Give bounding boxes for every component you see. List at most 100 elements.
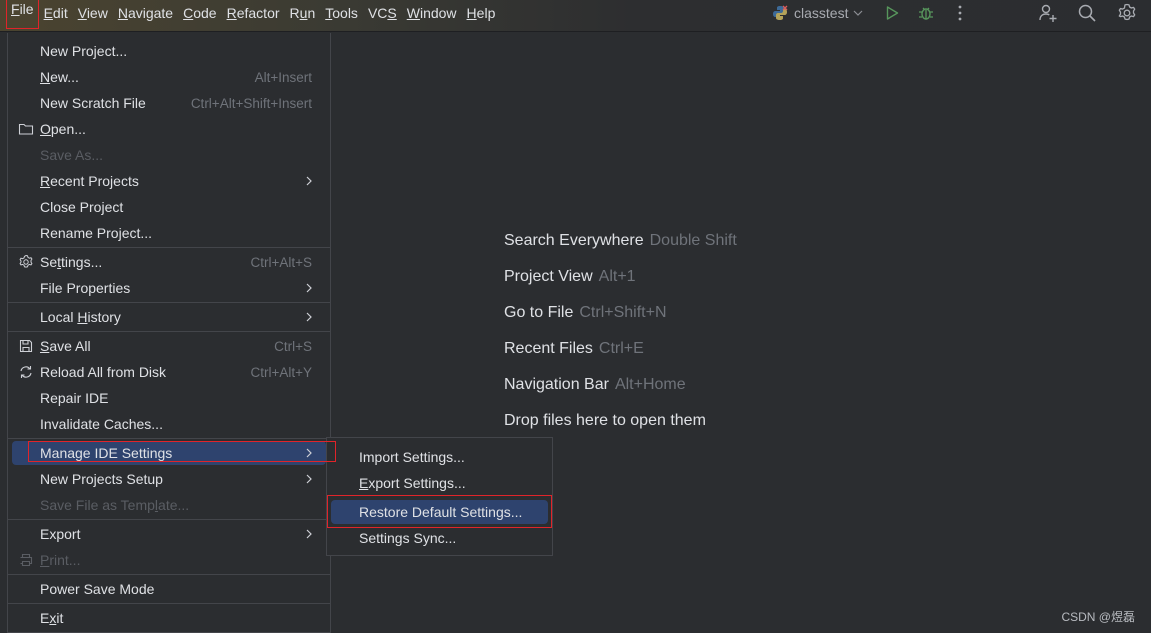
menu-item-local-history[interactable]: Local History <box>12 305 326 329</box>
add-user-icon <box>1039 4 1057 22</box>
item-shortcut: Ctrl+Alt+Y <box>250 364 312 380</box>
chevron-right-icon <box>306 474 312 484</box>
menu-item-settings-sync[interactable]: Settings Sync... <box>331 526 548 550</box>
item-label: Reload All from Disk <box>40 364 167 380</box>
hint-label: Recent Files <box>504 340 593 357</box>
item-label: Save File as Template... <box>40 497 190 513</box>
hint-navigation-bar: Navigation Bar Alt+Home <box>504 376 686 394</box>
run-icon <box>886 6 899 20</box>
menu-vcs[interactable]: VCS <box>363 1 402 25</box>
menu-item-save-all[interactable]: Save All Ctrl+S <box>12 334 326 358</box>
menu-item-repair-ide[interactable]: Repair IDE <box>12 386 326 410</box>
debug-button[interactable] <box>914 2 938 24</box>
item-label: Save All <box>40 338 91 354</box>
chevron-right-icon <box>306 448 312 458</box>
item-label: Manage IDE Settings <box>40 445 173 461</box>
menu-separator <box>8 603 330 604</box>
item-label: Local History <box>40 309 121 325</box>
item-label: New Project... <box>40 43 128 59</box>
chevron-right-icon <box>306 529 312 539</box>
menu-item-print: Print... <box>12 548 326 572</box>
menu-refactor[interactable]: Refactor <box>222 1 285 25</box>
title-bar: File Edit View Navigate Code Refactor Ru… <box>0 0 1151 32</box>
main-menu-bar: File Edit View Navigate Code Refactor Ru… <box>6 0 501 29</box>
item-label: Export <box>40 526 81 542</box>
item-label: New... <box>40 69 79 85</box>
item-label: Rename Project... <box>40 225 153 241</box>
item-shortcut: Ctrl+Alt+S <box>250 254 312 270</box>
menu-item-import-settings[interactable]: Import Settings... <box>331 445 548 469</box>
chevron-down-icon <box>854 10 863 16</box>
menu-separator <box>8 247 330 248</box>
menu-item-export[interactable]: Export <box>12 522 326 546</box>
item-label: Close Project <box>40 199 124 215</box>
menu-code[interactable]: Code <box>178 1 221 25</box>
menu-item-exit[interactable]: Exit <box>12 606 326 630</box>
menu-item-export-settings[interactable]: Export Settings... <box>331 471 548 495</box>
menu-item-reload-all[interactable]: Reload All from Disk Ctrl+Alt+Y <box>12 360 326 384</box>
menu-item-save-as: Save As... <box>12 143 326 167</box>
menu-run[interactable]: Run <box>285 1 321 25</box>
menu-tools[interactable]: Tools <box>320 1 363 25</box>
hint-recent-files: Recent Files Ctrl+E <box>504 340 644 358</box>
folder-icon <box>18 123 34 135</box>
item-label: File Properties <box>40 280 131 296</box>
menu-edit[interactable]: Edit <box>39 1 73 25</box>
menu-item-recent-projects[interactable]: Recent Projects <box>12 169 326 193</box>
menu-item-new-project[interactable]: New Project... <box>12 39 326 63</box>
item-label: Exit <box>40 610 64 626</box>
file-menu: New Project... New... Alt+Insert New Scra… <box>7 33 331 633</box>
menu-item-save-file-as-template: Save File as Template... <box>12 493 326 517</box>
gear-icon <box>1118 3 1136 21</box>
menu-separator <box>8 574 330 575</box>
item-label: Export Settings... <box>359 475 466 491</box>
menu-item-new[interactable]: New... Alt+Insert <box>12 65 326 89</box>
hint-drop-files: Drop files here to open them <box>504 412 706 430</box>
save-icon <box>19 339 33 353</box>
menu-separator <box>8 519 330 520</box>
menu-item-invalidate-caches[interactable]: Invalidate Caches... <box>12 412 326 436</box>
item-label: Save As... <box>40 147 104 163</box>
hint-shortcut: Ctrl+Shift+N <box>579 304 667 321</box>
item-shortcut: Ctrl+S <box>274 338 312 354</box>
menu-item-file-properties[interactable]: File Properties <box>12 276 326 300</box>
watermark: CSDN @煜磊 <box>1061 610 1135 624</box>
menu-item-close-project[interactable]: Close Project <box>12 195 326 219</box>
item-label: Open... <box>40 121 86 137</box>
item-label: Restore Default Settings... <box>359 504 523 520</box>
menu-help[interactable]: Help <box>462 1 501 25</box>
menu-separator <box>8 438 330 439</box>
settings-button[interactable] <box>1115 2 1139 24</box>
menu-item-restore-default-settings[interactable]: Restore Default Settings... <box>331 500 548 524</box>
item-label: Print... <box>40 552 81 568</box>
hint-go-to-file: Go to File Ctrl+Shift+N <box>504 304 667 322</box>
project-selector[interactable]: classtest <box>772 0 864 26</box>
menu-separator <box>8 331 330 332</box>
menu-item-settings[interactable]: Settings... Ctrl+Alt+S <box>12 250 326 274</box>
menu-item-new-projects-setup[interactable]: New Projects Setup <box>12 467 326 491</box>
hint-label: Search Everywhere <box>504 232 644 249</box>
menu-view[interactable]: View <box>73 1 113 25</box>
more-actions-button[interactable] <box>948 2 972 24</box>
debug-icon <box>919 7 933 20</box>
item-label: Power Save Mode <box>40 581 155 597</box>
hint-search-everywhere: Search Everywhere Double Shift <box>504 232 737 250</box>
reload-icon <box>20 366 32 378</box>
item-label: New Projects Setup <box>40 471 163 487</box>
code-with-me-button[interactable] <box>1036 2 1060 24</box>
run-button[interactable] <box>880 2 904 24</box>
menu-item-new-scratch-file[interactable]: New Scratch File Ctrl+Alt+Shift+Insert <box>12 91 326 115</box>
menu-file[interactable]: File <box>6 0 39 29</box>
menu-window[interactable]: Window <box>402 1 462 25</box>
menu-navigate[interactable]: Navigate <box>113 1 178 25</box>
menu-item-open[interactable]: Open... <box>12 117 326 141</box>
more-vertical-icon <box>958 5 962 21</box>
search-button[interactable] <box>1075 2 1099 24</box>
menu-item-power-save-mode[interactable]: Power Save Mode <box>12 577 326 601</box>
item-label: New Scratch File <box>40 95 146 111</box>
item-label: Settings... <box>40 254 103 270</box>
menu-item-manage-ide-settings[interactable]: Manage IDE Settings <box>12 441 326 465</box>
menu-separator <box>8 302 330 303</box>
print-icon <box>20 553 33 567</box>
menu-item-rename-project[interactable]: Rename Project... <box>12 221 326 245</box>
